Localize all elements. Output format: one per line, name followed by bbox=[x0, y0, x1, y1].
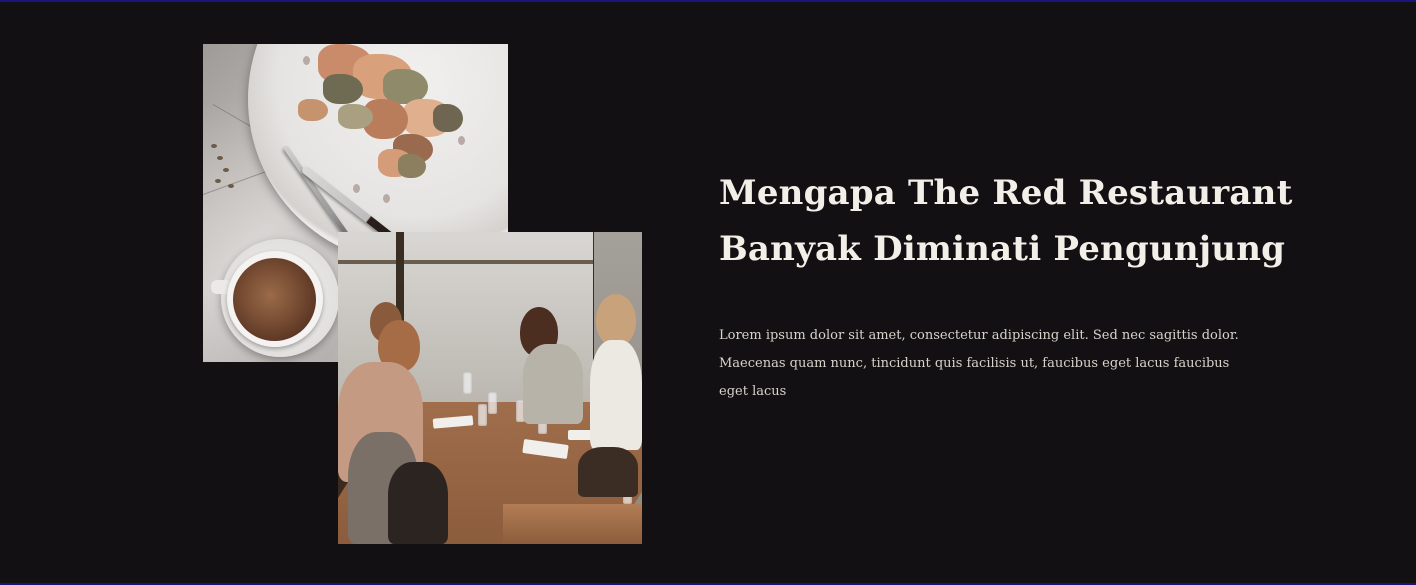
heading-line-2: Banyak Diminati Pengunjung bbox=[719, 229, 1286, 269]
about-section: Mengapa The Red Restaurant Banyak Dimina… bbox=[0, 0, 1416, 585]
section-paragraph: Lorem ipsum dolor sit amet, consectetur … bbox=[719, 328, 1239, 399]
diners-photo bbox=[338, 232, 642, 544]
heading-line-1: Mengapa The Red Restaurant bbox=[719, 173, 1293, 213]
section-heading: Mengapa The Red Restaurant Banyak Dimina… bbox=[719, 165, 1319, 277]
